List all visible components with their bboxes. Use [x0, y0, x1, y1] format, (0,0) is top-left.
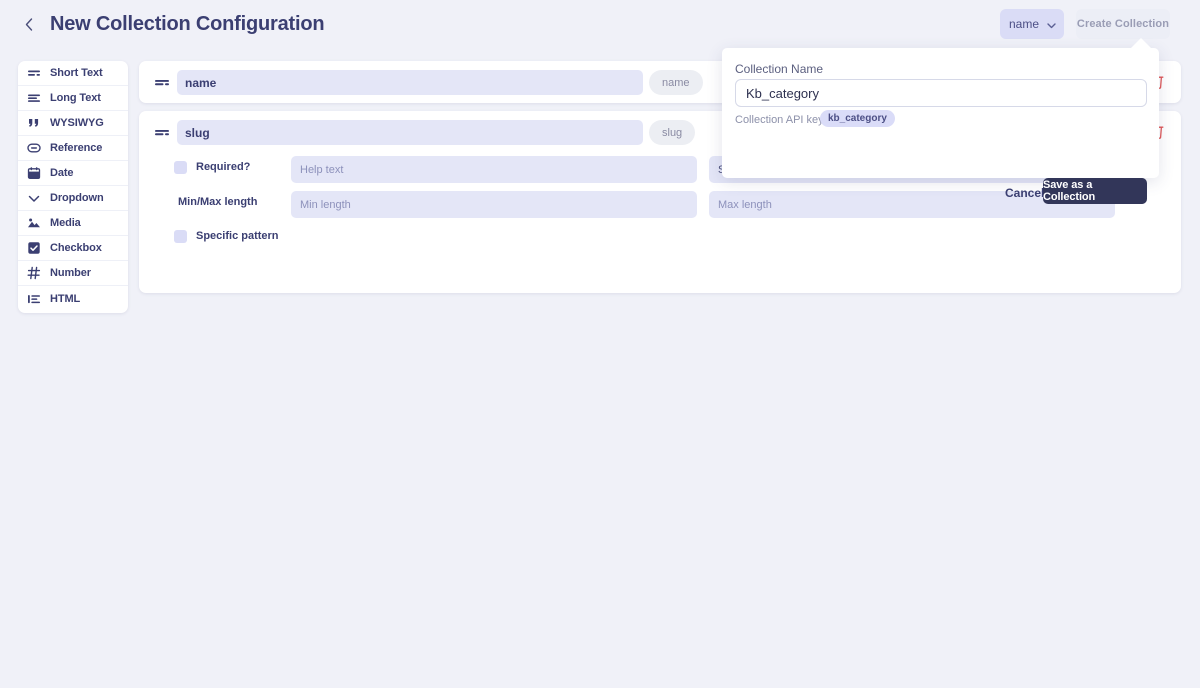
chevron-down-icon — [1046, 18, 1057, 36]
field-api-key-badge: name — [649, 70, 703, 95]
required-label: Required? — [196, 161, 250, 173]
sidebar-item-short-text[interactable]: Short Text — [18, 61, 128, 86]
sidebar-item-date[interactable]: Date — [18, 161, 128, 186]
field-api-key-badge: slug — [649, 120, 695, 145]
min-length-input[interactable]: Min length — [291, 191, 697, 218]
chevron-down-icon — [26, 190, 42, 206]
help-text-input[interactable]: Help text — [291, 156, 697, 183]
sidebar-item-label: Short Text — [50, 67, 103, 79]
page-header: New Collection Configuration name Create… — [0, 0, 1200, 48]
save-as-collection-button[interactable]: Save as a Collection — [1043, 178, 1147, 204]
create-collection-button[interactable]: Create Collection — [1076, 9, 1170, 39]
sidebar-item-dropdown[interactable]: Dropdown — [18, 186, 128, 211]
chevron-left-icon — [25, 18, 33, 31]
specific-pattern-checkbox[interactable] — [174, 230, 187, 243]
sidebar-item-media[interactable]: Media — [18, 211, 128, 236]
short-text-icon — [26, 65, 42, 81]
cancel-button[interactable]: Cancel — [1005, 186, 1044, 200]
sidebar-item-number[interactable]: Number — [18, 261, 128, 286]
sidebar-item-label: WYSIWYG — [50, 117, 104, 129]
sidebar-item-long-text[interactable]: Long Text — [18, 86, 128, 111]
page-title: New Collection Configuration — [50, 10, 324, 38]
hash-icon — [26, 265, 42, 281]
field-name-input[interactable]: slug — [177, 120, 643, 145]
collection-name-label: Collection Name — [735, 62, 823, 76]
quote-icon — [26, 115, 42, 131]
list-icon — [26, 291, 42, 307]
long-text-icon — [26, 90, 42, 106]
field-type-sidebar: Short Text Long Text WYSIWYG Reference D… — [18, 61, 128, 313]
back-button[interactable] — [18, 12, 40, 36]
sidebar-item-html[interactable]: HTML — [18, 286, 128, 311]
sidebar-item-reference[interactable]: Reference — [18, 136, 128, 161]
field-select-value: name — [1009, 17, 1039, 31]
collection-name-input[interactable]: Kb_category — [735, 79, 1147, 107]
specific-pattern-label: Specific pattern — [196, 230, 279, 242]
modal-pointer-arrow — [1127, 38, 1155, 52]
drag-handle-icon[interactable] — [153, 74, 171, 90]
sidebar-item-label: Number — [50, 267, 91, 279]
sidebar-item-label: Dropdown — [50, 192, 104, 204]
collection-api-key-label: Collection API key: — [735, 114, 827, 126]
sidebar-item-label: HTML — [50, 293, 80, 305]
drag-handle-icon[interactable] — [153, 124, 171, 140]
sidebar-item-checkbox[interactable]: Checkbox — [18, 236, 128, 261]
field-name-input[interactable]: name — [177, 70, 643, 95]
field-select[interactable]: name — [1000, 9, 1064, 39]
required-checkbox[interactable] — [174, 161, 187, 174]
sidebar-item-label: Checkbox — [50, 242, 102, 254]
sidebar-item-label: Reference — [50, 142, 102, 154]
link-icon — [26, 140, 42, 156]
image-icon — [26, 215, 42, 231]
sidebar-item-label: Media — [50, 217, 81, 229]
sidebar-item-label: Date — [50, 167, 73, 179]
collection-api-key-badge: kb_category — [820, 110, 895, 127]
calendar-icon — [26, 165, 42, 181]
sidebar-item-wysiwyg[interactable]: WYSIWYG — [18, 111, 128, 136]
minmax-length-label: Min/Max length — [178, 196, 257, 208]
sidebar-item-label: Long Text — [50, 92, 101, 104]
collection-name-modal: Collection Name Kb_category Collection A… — [722, 48, 1159, 178]
checkbox-icon — [26, 240, 42, 256]
